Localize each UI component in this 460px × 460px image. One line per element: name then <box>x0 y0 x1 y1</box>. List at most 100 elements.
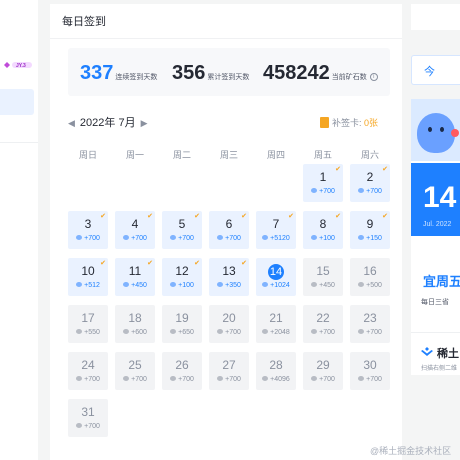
day-points: +700 <box>68 423 108 430</box>
day-number-text: 1 <box>319 170 327 184</box>
ore-icon <box>217 282 224 287</box>
checked-icon: ✔ <box>100 260 106 267</box>
calendar-day[interactable]: 16 +500 <box>350 258 390 296</box>
calendar-day[interactable]: 12 +100 ✔ <box>162 258 202 296</box>
day-points: +450 <box>303 282 343 289</box>
day-points-value: +550 <box>84 329 100 336</box>
calendar-day[interactable]: 25 +700 <box>115 352 155 390</box>
sidebar-divider <box>0 142 38 143</box>
day-points: +450 <box>115 282 155 289</box>
calendar-day[interactable]: 30 +700 <box>350 352 390 390</box>
calendar-day[interactable]: 31 +700 <box>68 399 108 437</box>
calendar-day[interactable]: 5 +700 ✔ <box>162 211 202 249</box>
calendar-day[interactable]: 7 +5120 ✔ <box>256 211 296 249</box>
calendar-day[interactable]: 3 +700 ✔ <box>68 211 108 249</box>
ore-stat: 458242 当前矿石数 i <box>263 62 378 85</box>
day-points: +700 <box>350 188 390 195</box>
right-panel-header <box>411 4 460 30</box>
weekday-label: 周四 <box>266 150 285 160</box>
day-number: 29 <box>303 358 343 372</box>
calendar-day[interactable]: 17 +550 <box>68 305 108 343</box>
ore-icon <box>262 376 269 381</box>
signin-button[interactable]: 今 <box>411 55 460 85</box>
sidebar-item-active[interactable] <box>0 89 34 115</box>
day-points-value: +700 <box>366 188 382 195</box>
day-points-value: +700 <box>366 329 382 336</box>
day-number-text: 19 <box>175 311 189 325</box>
calendar-day[interactable]: 8 +100 ✔ <box>303 211 343 249</box>
promo-banner[interactable]: 14 Jul. 2022 宜周五 每日三省 稀土 扫描右侧二维 <box>411 99 460 375</box>
day-number-text: 5 <box>178 217 186 231</box>
calendar-day[interactable]: 2 +700 ✔ <box>350 164 390 202</box>
day-points-value: +700 <box>178 376 194 383</box>
checked-icon: ✔ <box>335 166 341 173</box>
checked-icon: ✔ <box>194 213 200 220</box>
info-icon[interactable]: i <box>369 73 378 81</box>
app-subtitle: 扫描右侧二维 <box>421 366 458 372</box>
sidebar: JY.3 <box>0 0 38 460</box>
day-points: +100 <box>162 282 202 289</box>
calendar-day[interactable]: 24 +700 <box>68 352 108 390</box>
day-number-text: 7 <box>272 217 280 231</box>
calendar-day[interactable]: 23 +700 <box>350 305 390 343</box>
calendar-day[interactable]: 29 +700 <box>303 352 343 390</box>
ore-icon <box>358 235 365 240</box>
day-number-text: 25 <box>128 358 142 372</box>
calendar-day[interactable]: 9 +150 ✔ <box>350 211 390 249</box>
checked-icon: ✔ <box>241 260 247 267</box>
day-number-text: 4 <box>131 217 139 231</box>
day-number-text: 20 <box>222 311 236 325</box>
calendar-day[interactable]: 21 +2048 <box>256 305 296 343</box>
checked-icon: ✔ <box>382 166 388 173</box>
ore-icon <box>217 376 224 381</box>
mascot-icon <box>417 113 455 153</box>
day-points-value: +450 <box>131 282 147 289</box>
calendar-day[interactable]: 18 +600 <box>115 305 155 343</box>
month-label: 2022年 7月 <box>79 117 136 129</box>
calendar-day[interactable]: 6 +700 ✔ <box>209 211 249 249</box>
signin-panel: 每日签到 337 连续签到天数 356 累计签到天数 458242 当前矿石数 i ◀ 2… <box>50 4 402 460</box>
ore-icon <box>123 329 130 334</box>
day-points: +100 <box>303 235 343 242</box>
ore-icon <box>170 282 177 287</box>
day-number: 25 <box>115 358 155 372</box>
day-points-value: +500 <box>366 282 382 289</box>
calendar-day[interactable]: 20 +700 <box>209 305 249 343</box>
day-number: 30 <box>350 358 390 372</box>
day-points: +700 <box>303 376 343 383</box>
calendar-day[interactable]: 4 +700 ✔ <box>115 211 155 249</box>
calendar-day-today[interactable]: 14 +1024 <box>256 258 296 296</box>
checked-icon: ✔ <box>288 213 294 220</box>
consecutive-stat: 337 连续签到天数 <box>80 62 157 85</box>
calendar-day[interactable]: 15 +450 <box>303 258 343 296</box>
calendar-day[interactable]: 13 +350 ✔ <box>209 258 249 296</box>
day-number-text: 28 <box>269 358 283 372</box>
calendar-day[interactable]: 1 +700 ✔ <box>303 164 343 202</box>
mascot-eye-icon <box>428 127 432 132</box>
calendar-day[interactable]: 11 +450 ✔ <box>115 258 155 296</box>
ore-icon <box>76 423 83 428</box>
day-points-value: +100 <box>319 235 335 242</box>
ore-icon <box>123 282 130 287</box>
ore-icon <box>311 235 318 240</box>
calendar-day[interactable]: 27 +700 <box>209 352 249 390</box>
next-month-icon[interactable]: ▶ <box>141 118 148 128</box>
day-number-text: 10 <box>81 264 95 278</box>
calendar-day[interactable]: 28 +4096 <box>256 352 296 390</box>
ore-icon <box>262 235 269 240</box>
ore-icon <box>123 376 130 381</box>
day-points: +150 <box>350 235 390 242</box>
ore-icon <box>262 282 269 287</box>
makeup-card[interactable]: 补签卡: 0张 <box>320 116 378 129</box>
day-points-value: +700 <box>178 235 194 242</box>
calendar-day[interactable]: 22 +700 <box>303 305 343 343</box>
calendar-day[interactable]: 26 +700 <box>162 352 202 390</box>
calendar-day[interactable]: 19 +650 <box>162 305 202 343</box>
checked-icon: ✔ <box>335 213 341 220</box>
calendar-day[interactable]: 10 +512 ✔ <box>68 258 108 296</box>
day-points: +1024 <box>256 282 296 289</box>
prev-month-icon[interactable]: ◀ <box>68 118 75 128</box>
day-points-value: +100 <box>178 282 194 289</box>
checked-icon: ✔ <box>241 213 247 220</box>
day-points-value: +700 <box>319 329 335 336</box>
